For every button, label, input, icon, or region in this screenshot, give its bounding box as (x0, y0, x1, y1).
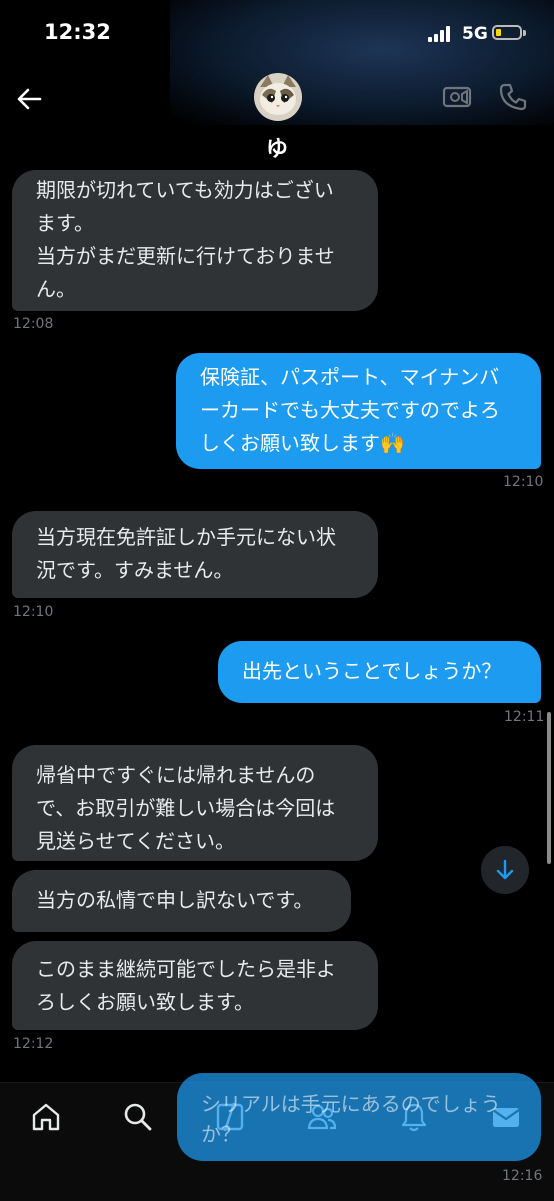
phone-call-icon[interactable] (498, 82, 528, 112)
message-received[interactable]: 当方現在免許証しか手元にない状 況です。すみません。 (12, 511, 378, 598)
status-time: 12:32 (44, 20, 111, 44)
message-received[interactable]: 帰省中ですぐには帰れませんの で、お取引が難しい場合は今回は 見送らせてください… (12, 745, 378, 861)
message-sent[interactable]: シリアルは手元にあるのでしょう か？ (177, 1073, 541, 1161)
message-received[interactable]: 期限が切れていても効力はござい ます。 当方がまだ更新に行けておりませ ん。 (12, 170, 378, 311)
contact-name[interactable]: ゆ (0, 131, 554, 163)
search-icon[interactable] (122, 1101, 154, 1133)
message-timestamp: 12:16 (502, 1168, 543, 1184)
message-timestamp: 12:10 (13, 604, 54, 620)
scrollbar[interactable] (547, 712, 551, 864)
avatar[interactable] (254, 73, 302, 121)
home-icon[interactable] (30, 1101, 62, 1133)
battery-icon (492, 25, 522, 40)
video-call-icon[interactable] (442, 82, 472, 112)
message-sent[interactable]: 保険証、パスポート、マイナンバ ーカードでも大丈夫ですのでよろ しくお願い致しま… (176, 353, 541, 469)
signal-icon (428, 26, 450, 42)
message-received[interactable]: 当方の私情で申し訳ないです。 (12, 870, 351, 932)
message-received[interactable]: このまま継続可能でしたら是非よ ろしくお願い致します。 (12, 941, 378, 1030)
back-arrow-icon[interactable] (14, 84, 44, 114)
message-timestamp: 12:08 (13, 316, 54, 332)
message-sent[interactable]: 出先ということでしょうか？ (218, 641, 541, 703)
conversation-header: ゆ (0, 64, 554, 170)
battery-tip (523, 30, 526, 36)
message-timestamp: 12:12 (13, 1036, 54, 1052)
message-timestamp: 12:10 (503, 474, 544, 490)
message-timestamp: 12:11 (504, 709, 545, 725)
scroll-to-bottom-button[interactable] (481, 846, 529, 894)
network-label: 5G (462, 24, 488, 44)
arrow-down-icon (496, 859, 514, 880)
